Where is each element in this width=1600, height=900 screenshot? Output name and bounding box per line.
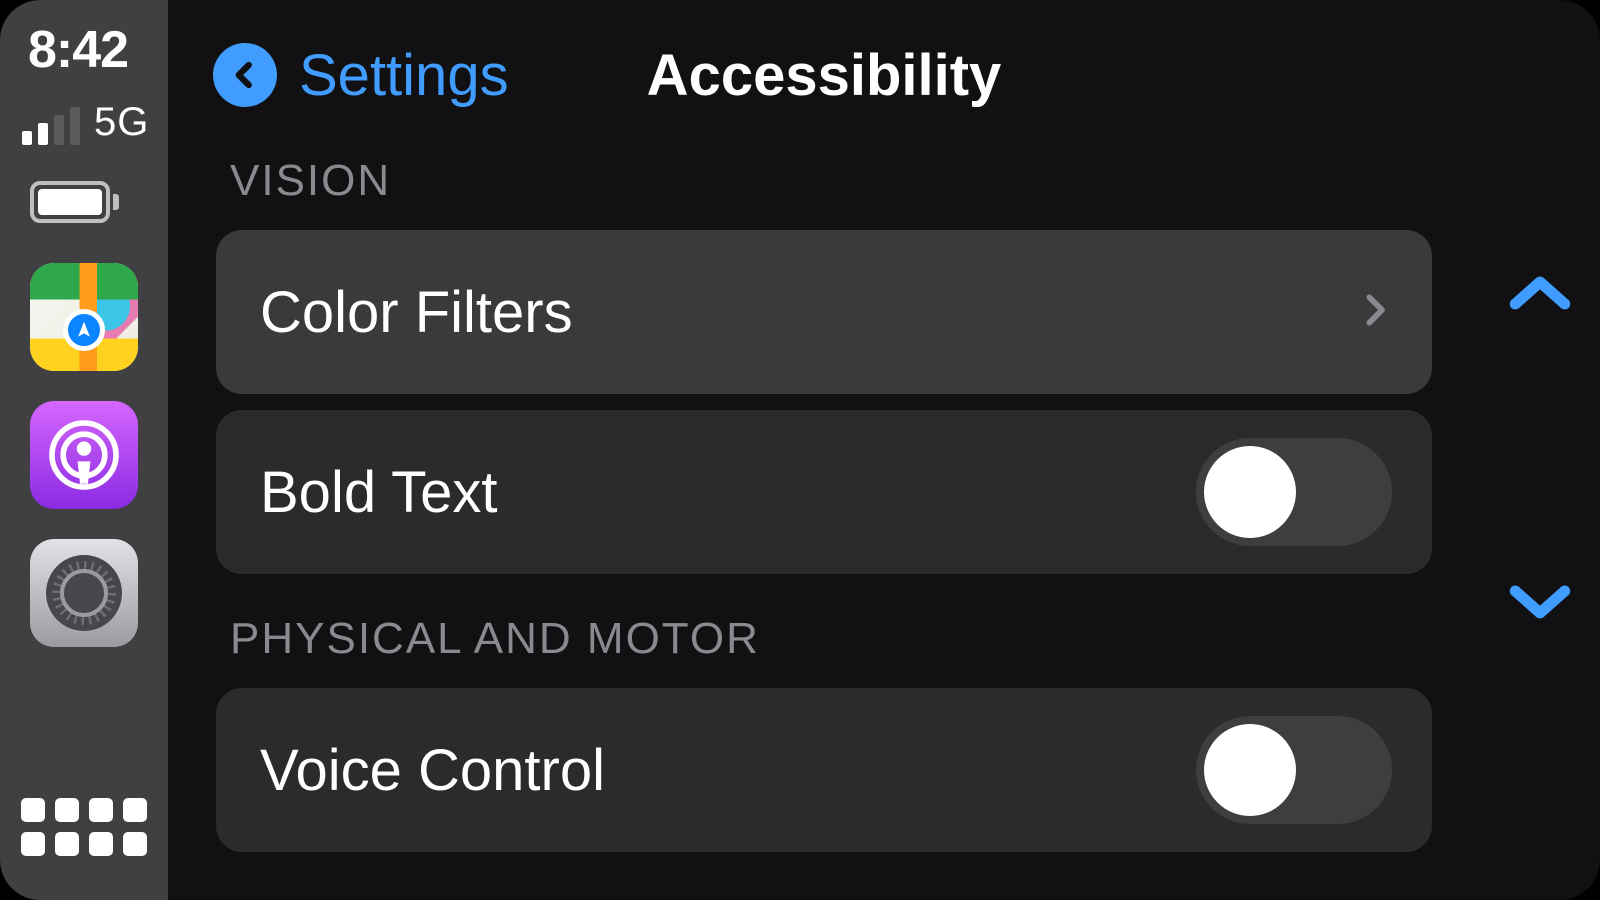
bold-text-switch[interactable] xyxy=(1196,438,1392,546)
dock-app-settings[interactable] xyxy=(30,539,138,647)
page-scroll-controls xyxy=(1480,0,1600,900)
dock-app-maps[interactable] xyxy=(30,263,138,371)
dock xyxy=(30,263,138,647)
battery-icon xyxy=(30,181,119,223)
status-dock-rail: 8:42 5G xyxy=(0,0,168,900)
nav-bar: Settings Accessibility xyxy=(168,0,1480,150)
carplay-screen: 8:42 5G xyxy=(0,0,1600,900)
network-type-label: 5G xyxy=(94,100,149,145)
row-label: Color Filters xyxy=(260,279,1358,346)
chevron-down-icon xyxy=(1506,580,1574,624)
clock-time: 8:42 xyxy=(0,20,128,80)
row-voice-control[interactable]: Voice Control xyxy=(216,688,1432,852)
page-title: Accessibility xyxy=(647,42,1002,109)
chevron-right-icon xyxy=(1358,283,1392,342)
maps-location-icon xyxy=(63,309,105,351)
section-header-physical-motor: PHYSICAL AND MOTOR xyxy=(216,590,1432,688)
home-appgrid-button[interactable] xyxy=(21,798,147,856)
row-label: Bold Text xyxy=(260,459,1196,526)
back-button[interactable]: Settings xyxy=(213,42,509,109)
voice-control-switch[interactable] xyxy=(1196,716,1392,824)
scroll-down-button[interactable] xyxy=(1506,580,1574,629)
back-label: Settings xyxy=(299,42,509,109)
row-label: Voice Control xyxy=(260,737,1196,804)
podcasts-icon xyxy=(44,415,124,495)
cellular-signal-icon xyxy=(22,107,80,145)
gear-icon xyxy=(46,555,122,631)
settings-panel: Settings Accessibility VISION Color Filt… xyxy=(168,0,1600,900)
network-status: 5G xyxy=(0,100,149,145)
chevron-left-icon xyxy=(213,43,277,107)
chevron-up-icon xyxy=(1506,271,1574,315)
section-header-vision: VISION xyxy=(216,150,1432,230)
settings-list[interactable]: VISION Color Filters Bold Text PHYSICAL … xyxy=(168,150,1480,900)
row-color-filters[interactable]: Color Filters xyxy=(216,230,1432,394)
scroll-up-button[interactable] xyxy=(1506,271,1574,320)
dock-app-podcasts[interactable] xyxy=(30,401,138,509)
row-bold-text[interactable]: Bold Text xyxy=(216,410,1432,574)
